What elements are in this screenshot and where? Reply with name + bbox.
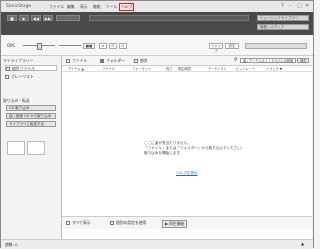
close-icon[interactable]: ✕: [305, 3, 309, 9]
detail-icon[interactable]: ⊡: [119, 43, 127, 49]
track-info-display: [89, 15, 249, 21]
individual-settings-checkbox[interactable]: 個別の設定を使用: [110, 220, 146, 226]
column-header: アイテム ▲ ファイル フォーマット 長さ 再生時間 アーティスト ビットレート…: [62, 65, 312, 72]
menu-view[interactable]: 表示: [80, 4, 88, 10]
edit-icon[interactable]: [7, 141, 25, 155]
col-length[interactable]: 長さ: [166, 66, 172, 71]
start-playback-button[interactable]: ▶ 再生開始: [162, 220, 188, 228]
file-icon: [66, 59, 70, 63]
list-icon[interactable]: ≡: [99, 43, 107, 49]
sidebar-header: マイライブラリー: [3, 58, 34, 63]
maximize-icon[interactable]: □: [297, 3, 302, 9]
sidebar: マイライブラリー 曲目ファイル プレーリスト 取り込み・転送 CD 取り込み 曲…: [1, 56, 62, 239]
help-icon[interactable]: ?: [281, 3, 284, 9]
search-input[interactable]: 曲 / アーティスト / アルバムの検索: [240, 58, 296, 63]
jump-button[interactable]: ジャンプ: [209, 43, 223, 53]
col-track[interactable]: トラック ▼: [266, 66, 282, 71]
music-file-icon: [6, 67, 10, 71]
minimize-icon[interactable]: –: [289, 3, 292, 9]
main-panel: ファイル フォルダー 曲名 ⚲ 曲 / アーティスト / アルバムの検索 消去 …: [62, 56, 312, 239]
col-file[interactable]: ファイル: [102, 66, 115, 71]
shuffle-button[interactable]: [56, 15, 80, 21]
col-duration[interactable]: 再生時間: [178, 66, 191, 71]
col-format[interactable]: フォーマット: [132, 66, 151, 71]
song-icon: [134, 59, 138, 63]
collapse-icon[interactable]: ▲: [301, 241, 304, 246]
menu-tools[interactable]: ツール: [106, 4, 117, 10]
volume-slider-knob[interactable]: [37, 43, 42, 50]
cd-import-from-button[interactable]: 曲 / 音楽 CD から取り込み: [6, 113, 56, 119]
tab-song[interactable]: 曲名: [134, 58, 148, 64]
col-bitrate[interactable]: ビットレート: [236, 66, 255, 71]
search-icon: ⚲: [234, 57, 238, 63]
cd-import-button[interactable]: CD 取り込み: [6, 105, 56, 111]
sidebar-section-import: 取り込み・転送: [3, 98, 30, 103]
music-library-button[interactable]: ミュージックライブラリ: [257, 15, 309, 21]
device-media-button[interactable]: 機器 / メディア: [257, 24, 309, 30]
col-item[interactable]: アイテム ▲: [68, 66, 84, 71]
forward-button[interactable]: ▶▶: [43, 15, 53, 21]
mode-button[interactable]: ■■: [83, 43, 95, 49]
tab-file[interactable]: ファイル: [66, 58, 87, 64]
empty-message: ここに曲が見当たりません。 「ファイル」または「フォルダー」から取り込んでくださ…: [144, 141, 245, 155]
tab-folder[interactable]: フォルダー: [100, 58, 125, 64]
opc-label: OPC: [7, 43, 16, 48]
title-bar: SonicStage ファイル 編集 表示 機能 ツール ヘルプ ? – □ ✕: [1, 1, 313, 12]
help-link[interactable]: ヘルプを表示: [176, 171, 198, 176]
main-footer: すべて表示 個別の設定を使用 ▶ 再生開始: [62, 216, 312, 229]
show-all-checkbox[interactable]: すべて表示: [66, 220, 91, 226]
status-text: 曲数: 0: [5, 242, 18, 247]
transport-bar: ■ ▶ ◀◀ ▶▶ ミュージックライブラリ 機器 / メディア: [1, 12, 313, 35]
folder-icon[interactable]: [27, 141, 45, 155]
playlist-icon: [5, 75, 9, 79]
window-title: SonicStage: [6, 4, 32, 9]
folder-tab-icon: [100, 59, 104, 63]
device-dropdown[interactable]: [245, 43, 307, 49]
menu-help[interactable]: ヘルプ: [119, 3, 135, 11]
settings-button[interactable]: 設定: [225, 43, 239, 49]
rewind-button[interactable]: ◀◀: [31, 15, 41, 21]
sidebar-item-playlists[interactable]: プレーリスト: [5, 74, 57, 80]
menu-file[interactable]: ファイル: [49, 4, 64, 10]
play-button[interactable]: ▶: [19, 15, 29, 21]
control-toolbar: OPC ■■ ≡ ⊟ ⊡ ジャンプ 設定: [1, 35, 313, 56]
position-slider[interactable]: [59, 45, 81, 46]
grid-icon[interactable]: ⊟: [109, 43, 117, 49]
col-artist[interactable]: アーティスト: [208, 66, 227, 71]
menu-function[interactable]: 機能: [93, 4, 101, 10]
clear-search-button[interactable]: 消去: [297, 58, 309, 63]
app-window: SonicStage ファイル 編集 表示 機能 ツール ヘルプ ? – □ ✕…: [0, 0, 314, 249]
sidebar-item-music-files[interactable]: 曲目ファイル: [5, 65, 57, 71]
stop-button[interactable]: ■: [7, 15, 17, 21]
transfer-library-button[interactable]: ライブラリに転送する: [6, 121, 56, 127]
menu-edit[interactable]: 編集: [67, 4, 75, 10]
